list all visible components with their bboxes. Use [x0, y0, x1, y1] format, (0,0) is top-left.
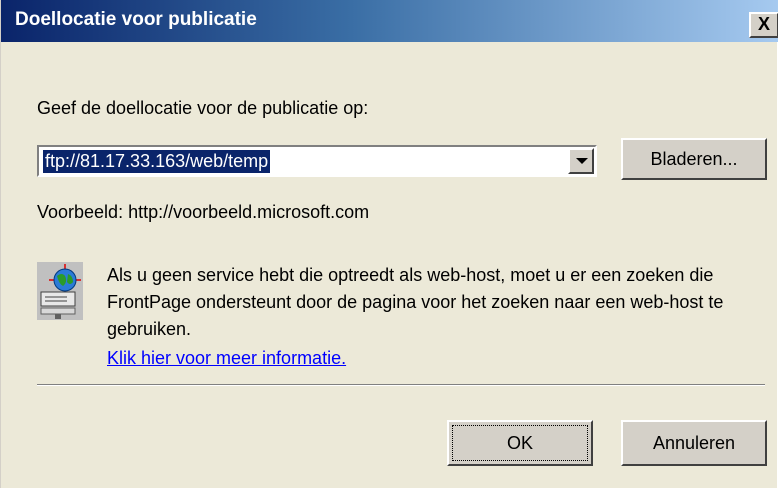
dropdown-button[interactable]: [568, 148, 594, 174]
ok-button[interactable]: OK: [447, 420, 593, 466]
location-input-value[interactable]: ftp://81.17.33.163/web/temp: [43, 150, 271, 173]
close-button[interactable]: X: [749, 12, 778, 38]
focus-rect: [452, 425, 588, 461]
publish-location-dialog: Doellocatie voor publicatie X Geef de do…: [0, 0, 778, 488]
location-combobox[interactable]: ftp://81.17.33.163/web/temp: [37, 145, 597, 177]
separator: [37, 384, 765, 386]
cancel-button[interactable]: Annuleren: [621, 420, 767, 466]
browse-button[interactable]: Bladeren...: [621, 138, 767, 180]
info-message: Als u geen service hebt die optreedt als…: [107, 265, 724, 339]
window-title: Doellocatie voor publicatie: [15, 9, 257, 30]
title-bar[interactable]: Doellocatie voor publicatie: [1, 0, 778, 42]
example-text: Voorbeeld: http://voorbeeld.microsoft.co…: [37, 202, 370, 222]
prompt-label: Geef de doellocatie voor de publicatie o…: [37, 98, 369, 118]
globe-web-server-icon: [37, 262, 83, 320]
more-info-link[interactable]: Klik hier voor meer informatie.: [107, 348, 346, 369]
chevron-down-icon: [576, 158, 588, 164]
